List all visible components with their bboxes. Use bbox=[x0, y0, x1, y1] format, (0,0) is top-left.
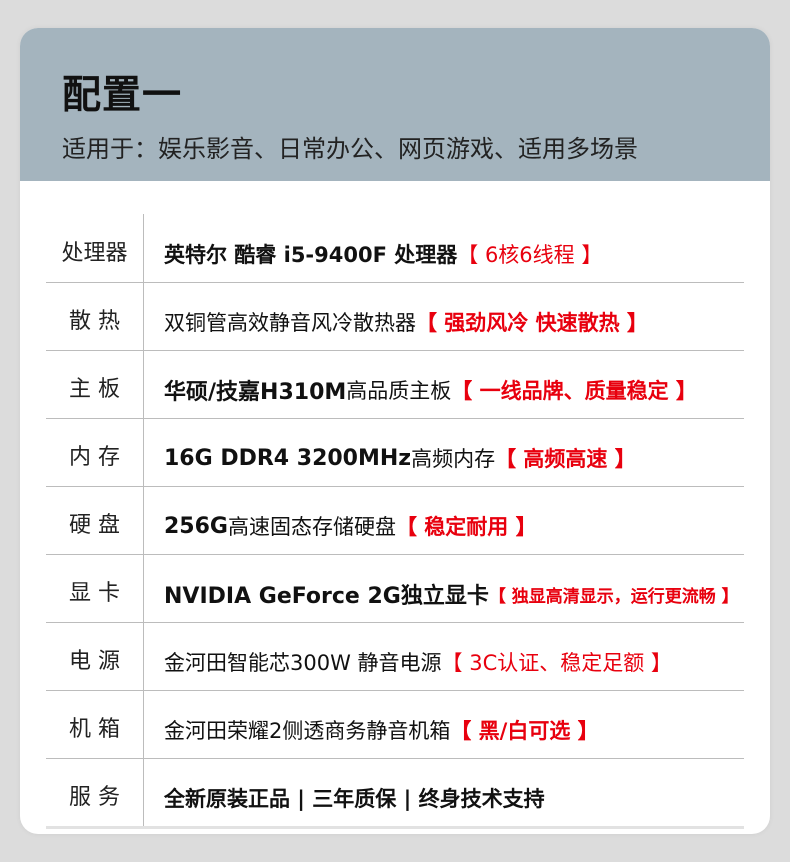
spec-main: 金河田智能芯300W 静音电源 bbox=[164, 651, 442, 675]
spec-row-cpu: 处理器 英特尔 酷睿 i5-9400F 处理器【 6核6线程 】 bbox=[46, 214, 744, 283]
spec-value: 16G DDR4 3200MHz 高频内存【 高频高速 】 bbox=[164, 418, 770, 492]
spec-label: 内 存 bbox=[46, 418, 144, 486]
spec-value: 双铜管高效静音风冷散热器【 强劲风冷 快速散热 】 bbox=[164, 282, 770, 356]
spec-tag: 【 独显高清显示，运行更流畅 】 bbox=[488, 586, 739, 607]
spec-row-power: 电 源 金河田智能芯300W 静音电源【 3C认证、稳定足额 】 bbox=[46, 622, 744, 691]
spec-tag: 【 3C认证、稳定足额 】 bbox=[441, 651, 672, 675]
spec-label: 机 箱 bbox=[46, 690, 144, 758]
spec-value: NVIDIA GeForce 2G独立显卡【 独显高清显示，运行更流畅 】 bbox=[164, 554, 770, 628]
spec-main: NVIDIA GeForce 2G独立显卡 bbox=[164, 584, 489, 609]
spec-label: 主 板 bbox=[46, 350, 144, 418]
spec-main: 高品质主板 bbox=[346, 379, 452, 403]
spec-value: 全新原装正品 | 三年质保 | 终身技术支持 bbox=[164, 758, 770, 832]
spec-tag: 【 稳定耐用 】 bbox=[395, 515, 537, 539]
spec-value: 金河田智能芯300W 静音电源【 3C认证、稳定足额 】 bbox=[164, 622, 770, 696]
page-title: 配置一 bbox=[62, 73, 183, 118]
spec-label: 散 热 bbox=[46, 282, 144, 350]
spec-main: 全新原装正品 | 三年质保 | 终身技术支持 bbox=[164, 787, 545, 811]
spec-label: 处理器 bbox=[46, 214, 144, 282]
spec-label: 硬 盘 bbox=[46, 486, 144, 554]
spec-main-bold: 16G DDR4 3200MHz bbox=[164, 445, 412, 471]
spec-tag: 【 高频高速 】 bbox=[495, 447, 636, 471]
spec-row-case: 机 箱 金河田荣耀2侧透商务静音机箱【 黑/白可选 】 bbox=[46, 690, 744, 759]
spec-tag: 【 黑/白可选 】 bbox=[450, 719, 599, 743]
spec-main: 高速固态存储硬盘 bbox=[227, 515, 396, 539]
spec-value: 华硕/技嘉H310M 高品质主板【 一线品牌、质量稳定 】 bbox=[164, 350, 770, 424]
spec-row-storage: 硬 盘 256G 高速固态存储硬盘【 稳定耐用 】 bbox=[46, 486, 744, 555]
page-subtitle: 适用于：娱乐影音、日常办公、网页游戏、适用多场景 bbox=[62, 135, 638, 163]
spec-row-memory: 内 存 16G DDR4 3200MHz 高频内存【 高频高速 】 bbox=[46, 418, 744, 487]
spec-row-motherboard: 主 板 华硕/技嘉H310M 高品质主板【 一线品牌、质量稳定 】 bbox=[46, 350, 744, 419]
spec-label: 服 务 bbox=[46, 758, 144, 826]
spec-tag: 【 6核6线程 】 bbox=[457, 243, 603, 267]
spec-value: 英特尔 酷睿 i5-9400F 处理器【 6核6线程 】 bbox=[164, 214, 770, 288]
spec-value: 金河田荣耀2侧透商务静音机箱【 黑/白可选 】 bbox=[164, 690, 770, 764]
spec-main-bold: 华硕/技嘉H310M bbox=[164, 380, 347, 405]
spec-row-cooling: 散 热 双铜管高效静音风冷散热器【 强劲风冷 快速散热 】 bbox=[46, 282, 744, 351]
spec-main: 高频内存 bbox=[411, 447, 496, 471]
spec-main-bold: 256G bbox=[164, 513, 228, 539]
spec-main: 双铜管高效静音风冷散热器 bbox=[164, 311, 416, 335]
spec-value: 256G 高速固态存储硬盘【 稳定耐用 】 bbox=[164, 486, 770, 560]
spec-tag: 【 一线品牌、质量稳定 】 bbox=[451, 379, 697, 403]
spec-main: 英特尔 酷睿 i5-9400F 处理器 bbox=[164, 243, 458, 267]
spec-tag: 【 强劲风冷 快速散热 】 bbox=[416, 311, 648, 335]
spec-row-service: 服 务 全新原装正品 | 三年质保 | 终身技术支持 bbox=[46, 758, 744, 829]
spec-label: 电 源 bbox=[46, 622, 144, 690]
config-card: 配置一 适用于：娱乐影音、日常办公、网页游戏、适用多场景 处理器 英特尔 酷睿 … bbox=[20, 28, 770, 834]
card-header: 配置一 适用于：娱乐影音、日常办公、网页游戏、适用多场景 bbox=[20, 28, 770, 181]
spec-main: 金河田荣耀2侧透商务静音机箱 bbox=[164, 719, 451, 743]
spec-label: 显 卡 bbox=[46, 554, 144, 622]
spec-row-graphics: 显 卡 NVIDIA GeForce 2G独立显卡【 独显高清显示，运行更流畅 … bbox=[46, 554, 744, 623]
